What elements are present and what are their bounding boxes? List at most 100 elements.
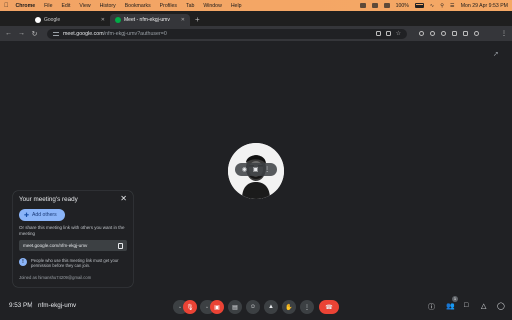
profile-avatar-icon[interactable] [474,31,479,36]
menu-edit[interactable]: Edit [61,3,70,9]
meeting-ready-dialog: Your meeting's ready ✕ ✚ Add others Or s… [13,191,133,287]
wifi-icon[interactable]: ∿ [430,3,434,9]
extension-icon[interactable] [430,31,435,36]
tile-hover-controls: ◉ ▣ ⋮ [235,163,277,176]
more-options-button[interactable]: ⋮ [300,300,314,314]
separator: | [31,302,33,308]
host-controls-icon[interactable]: ◯ [497,302,505,310]
tile-frame-icon[interactable]: ▣ [253,166,259,173]
google-favicon-icon [35,17,41,23]
people-icon[interactable]: 👥 [446,302,455,310]
camera-toggle-button[interactable]: ▣ [210,300,224,314]
tab-google[interactable]: Google ✕ [30,14,110,26]
chevron-up-icon: ^ [179,304,181,310]
reactions-button[interactable]: ☺ [246,300,260,314]
copy-link-icon[interactable] [118,242,123,249]
meeting-details-icon[interactable]: ⓘ [428,302,435,312]
meeting-control-bar: 9:53 PM | nfm-ekgj-umv ^ 🎙 ^ ▣ ▤ ☺ ▲ ✋ ⋮… [0,294,512,320]
extension-icon[interactable] [419,31,424,36]
browser-toolbar: ← → ↻ meet.google.com/nfm-ekgj-umv?authu… [0,26,512,41]
more-vert-icon: ⋮ [304,304,310,311]
menu-file[interactable]: File [44,3,52,9]
chrome-menu-button[interactable]: ⋮ [501,30,507,37]
chat-icon[interactable]: □ [464,302,468,309]
back-button[interactable]: ← [5,30,12,37]
address-bar[interactable]: meet.google.com/nfm-ekgj-umv?authuser=0 … [47,28,407,39]
omnibox-icons: ☆ [375,30,401,37]
menu-tab[interactable]: Tab [186,3,194,9]
tab-title: Google [44,17,61,23]
forward-button[interactable]: → [18,30,25,37]
shield-icon: ! [19,258,27,266]
add-person-icon: ✚ [24,212,30,219]
camera-in-use-icon[interactable] [375,31,381,36]
tab-strip: Google ✕ Meet - nfm-ekgj-umv ✕ + [0,11,512,26]
meet-favicon-icon [115,17,121,23]
dialog-title: Your meeting's ready [19,196,78,203]
activities-icon[interactable]: △ [481,302,486,310]
emoji-icon: ☺ [249,304,257,310]
reload-button[interactable]: ↻ [31,30,38,38]
present-screen-icon: ▲ [268,304,274,310]
control-center-icon[interactable]: ☰ [450,3,455,9]
share-instructions: Or share this meeting link with others y… [19,225,125,236]
menu-help[interactable]: Help [231,3,242,9]
new-tab-button[interactable]: + [195,15,200,24]
captions-icon: ▤ [232,304,238,311]
close-tab-icon[interactable]: ✕ [101,17,105,23]
menu-profiles[interactable]: Profiles [160,3,177,9]
extensions-puzzle-icon[interactable] [452,31,457,36]
captions-button[interactable]: ▤ [228,300,242,314]
camera-off-icon: ▣ [214,304,220,311]
end-call-icon: ☎ [325,304,333,311]
joined-as-text: Joined as himanshu74209@gmail.com [19,275,92,280]
mic-off-icon: 🎙 [186,304,194,311]
meeting-link[interactable]: meet.google.com/nfm-ekgj-umv [23,243,87,248]
tile-pin-icon[interactable]: ◉ [242,166,247,173]
tray-app-icon[interactable] [359,3,366,8]
menu-window[interactable]: Window [203,3,221,9]
hand-icon: ✋ [285,304,293,311]
site-info-icon[interactable] [53,31,59,36]
menu-chrome[interactable]: Chrome [16,3,36,9]
url-path: /nfm-ekgj-umv?authuser=0 [103,30,167,37]
url-host: meet.google.com [63,30,104,37]
people-count-badge: 1 [452,296,458,302]
permission-note: ! People who use this meeting link must … [19,258,129,269]
tab-meet[interactable]: Meet - nfm-ekgj-umv ✕ [110,14,190,26]
meeting-time: 9:53 PM [9,302,33,309]
cast-icon[interactable] [385,31,391,36]
permission-note-text: People who use this meeting link must ge… [31,258,119,269]
meeting-link-box: meet.google.com/nfm-ekgj-umv [19,240,127,251]
tray-app-icon[interactable] [383,3,390,8]
participant-avatar: ◉ ▣ ⋮ [228,143,284,199]
apple-icon[interactable]:  [4,3,9,9]
tab-title: Meet - nfm-ekgj-umv [124,17,170,23]
leave-call-button[interactable]: ☎ [319,300,339,314]
add-others-button[interactable]: ✚ Add others [19,209,65,221]
tile-more-icon[interactable]: ⋮ [264,166,270,173]
bookmark-star-icon[interactable]: ☆ [396,30,401,37]
menu-view[interactable]: View [79,3,90,9]
search-icon[interactable]: ⚲ [440,3,444,9]
battery-icon[interactable] [414,3,424,8]
meeting-code: nfm-ekgj-umv [38,302,77,309]
tray-app-icon[interactable] [371,3,378,8]
pin-icon[interactable]: ➚ [493,50,499,58]
add-others-label: Add others [32,212,57,218]
menu-history[interactable]: History [100,3,116,9]
microphone-toggle-button[interactable]: 🎙 [183,300,197,314]
chevron-up-icon: ^ [206,304,208,310]
extension-icon[interactable] [441,31,446,36]
close-tab-icon[interactable]: ✕ [181,17,185,23]
raise-hand-button[interactable]: ✋ [282,300,296,314]
close-dialog-button[interactable]: ✕ [120,194,127,203]
menu-bar-status-area: 100% ∿ ⚲ ☰ Mon 29 Apr 9:53 PM [359,2,508,9]
present-button[interactable]: ▲ [264,300,278,314]
side-panel-icon[interactable] [463,31,468,36]
extensions-area [419,31,479,36]
menu-bookmarks[interactable]: Bookmarks [125,3,151,9]
battery-percent: 100% [395,2,409,9]
clock[interactable]: Mon 29 Apr 9:53 PM [461,3,508,9]
macos-menu-bar:  Chrome File Edit View History Bookmark… [0,0,512,11]
